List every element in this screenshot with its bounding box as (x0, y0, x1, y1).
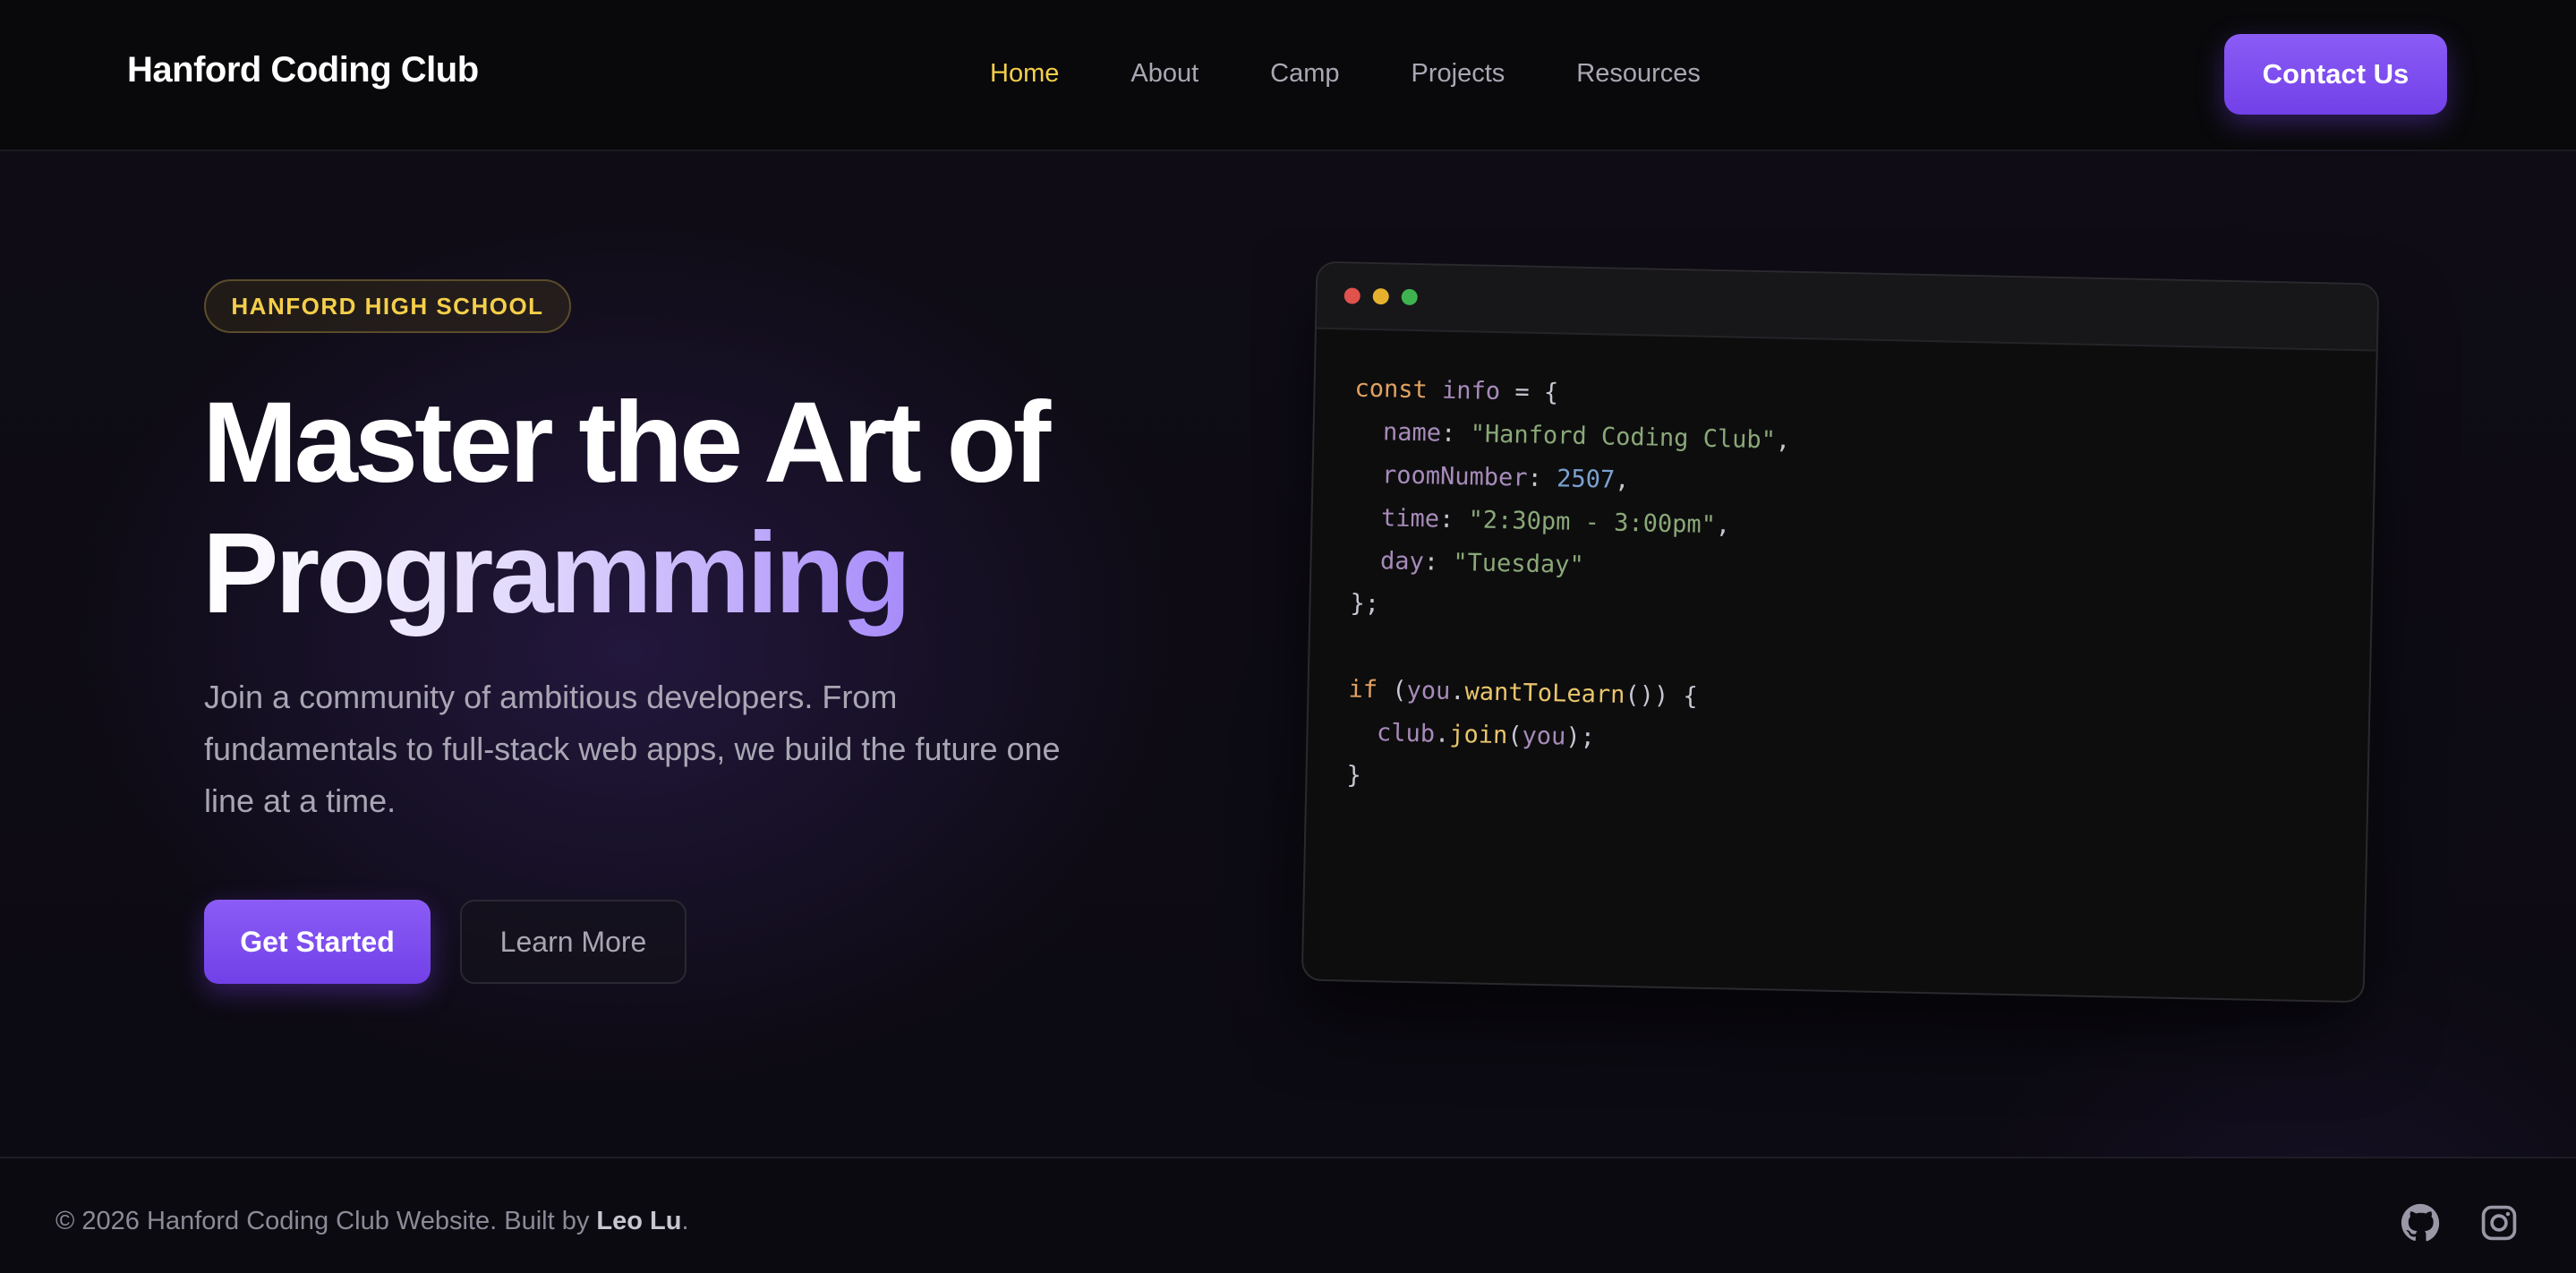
top-navbar: Hanford Coding Club Home About Camp Proj… (0, 0, 2576, 151)
school-badge: HANFORD HIGH SCHOOL (204, 279, 571, 333)
github-icon[interactable] (2401, 1203, 2440, 1243)
window-minimize-dot-icon (1372, 287, 1389, 305)
hero-headline: Master the Art of Programming (202, 378, 1051, 639)
nav-link-home[interactable]: Home (990, 59, 1059, 89)
footer-copyright: © 2026 Hanford Coding Club Website. Buil… (55, 1207, 689, 1236)
nav-links: Home About Camp Projects Resources (990, 59, 1701, 89)
learn-more-button[interactable]: Learn More (460, 900, 687, 984)
nav-link-about[interactable]: About (1130, 59, 1198, 89)
copyright-period: . (681, 1207, 689, 1235)
copyright-text: © 2026 Hanford Coding Club Website. Buil… (55, 1207, 590, 1235)
code-window: const info = { name: "Hanford Coding Clu… (1301, 261, 2380, 1004)
nav-link-projects[interactable]: Projects (1412, 59, 1506, 89)
site-brand[interactable]: Hanford Coding Club (127, 50, 479, 90)
window-close-dot-icon (1343, 287, 1361, 304)
contact-us-button[interactable]: Contact Us (2224, 34, 2447, 115)
window-maximize-dot-icon (1401, 288, 1418, 306)
author-name: Leo Lu (596, 1207, 682, 1235)
nav-link-resources[interactable]: Resources (1576, 59, 1701, 89)
headline-line-2: Programming (202, 509, 911, 637)
code-snippet: const info = { name: "Hanford Coding Clu… (1307, 329, 2376, 819)
headline-line-1: Master the Art of (202, 379, 1051, 507)
instagram-icon[interactable] (2479, 1203, 2519, 1243)
nav-link-camp[interactable]: Camp (1270, 59, 1339, 89)
hero-subtext: Join a community of ambitious developers… (204, 679, 1061, 819)
get-started-button[interactable]: Get Started (204, 900, 431, 984)
